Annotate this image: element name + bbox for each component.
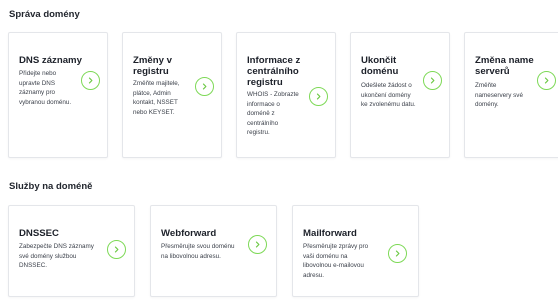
chevron-right-icon [544, 77, 549, 84]
chevron-right-icon [430, 77, 435, 84]
card-description: Přidejte nebo upravte DNS záznamy pro vy… [19, 70, 72, 106]
open-dnssec-button[interactable] [107, 240, 126, 259]
open-webforward-button[interactable] [248, 235, 267, 254]
chevron-right-icon [202, 83, 207, 90]
card-title: Ukončit doménu [361, 55, 399, 77]
card-title: Změna name serverů [475, 55, 534, 77]
card-title: Informace z centrálního registru [247, 55, 301, 88]
chevron-right-icon [88, 77, 93, 84]
chevron-right-icon [114, 246, 119, 253]
card-description: Změňte majitele, plátce, Admin kontakt, … [133, 80, 180, 116]
section-title-domain-services: Služby na doméně [9, 181, 93, 192]
open-terminate-domain-button[interactable] [423, 71, 442, 90]
card-title: Mailforward [303, 228, 357, 239]
open-mailforward-button[interactable] [388, 244, 407, 263]
card-description: Odešlete žádost o ukončení domény ke zvo… [361, 82, 416, 109]
card-mailforward[interactable]: Mailforward Přesměrujte zprávy pro vaši … [292, 205, 419, 297]
card-registry-info[interactable]: Informace z centrálního registru WHOIS -… [236, 32, 336, 158]
chevron-right-icon [316, 93, 321, 100]
card-description: Zabezpečte DNS záznamy své domény službo… [19, 243, 94, 270]
open-registry-changes-button[interactable] [195, 77, 214, 96]
open-nameserver-change-button[interactable] [537, 71, 556, 90]
open-dns-records-button[interactable] [81, 71, 100, 90]
card-webforward[interactable]: Webforward Přesměrujte svou doménu na li… [150, 205, 277, 297]
card-registry-changes[interactable]: Změny v registru Změňte majitele, plátce… [122, 32, 222, 158]
card-description: Přesměrujte svou doménu na libovolnou ad… [161, 243, 235, 260]
card-dns-records[interactable]: DNS záznamy Přidejte nebo upravte DNS zá… [8, 32, 108, 158]
chevron-right-icon [255, 241, 260, 248]
card-description: Změňte nameservery své domény. [475, 82, 523, 109]
card-dnssec[interactable]: DNSSEC Zabezpečte DNS záznamy své domény… [8, 205, 135, 297]
open-registry-info-button[interactable] [309, 87, 328, 106]
card-title: DNSSEC [19, 228, 59, 239]
section-title-domain-management: Správa domény [9, 9, 80, 20]
card-title: Změny v registru [133, 55, 172, 77]
card-terminate-domain[interactable]: Ukončit doménu Odešlete žádost o ukončen… [350, 32, 450, 158]
card-description: WHOIS - Zobrazte informace o doméně z ce… [247, 91, 299, 137]
chevron-right-icon [395, 250, 400, 257]
card-title: Webforward [161, 228, 217, 239]
card-description: Přesměrujte zprávy pro vaši doménu na li… [303, 243, 369, 279]
card-title: DNS záznamy [19, 55, 82, 66]
card-nameserver-change[interactable]: Změna name serverů Změňte nameservery sv… [464, 32, 558, 158]
